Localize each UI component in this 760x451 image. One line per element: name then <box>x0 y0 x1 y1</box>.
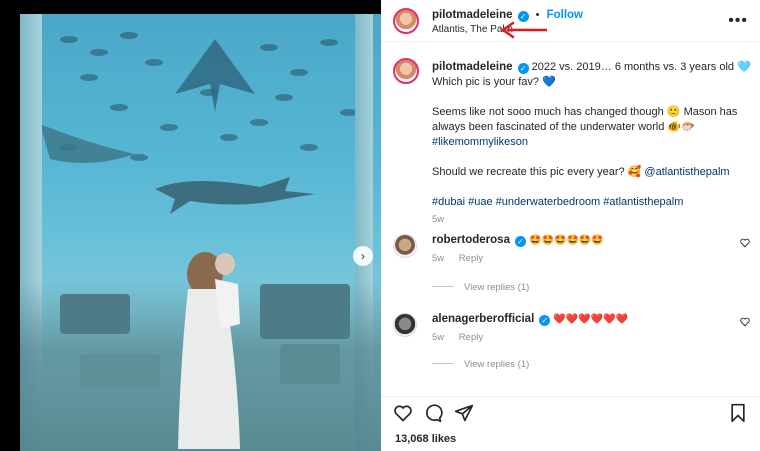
share-icon[interactable] <box>454 403 474 423</box>
rock <box>280 344 340 384</box>
likes-count[interactable]: 13,068 likes <box>395 433 456 445</box>
manta-ray <box>175 39 255 112</box>
verified-badge-icon: ✓ <box>517 63 529 74</box>
post-media: › <box>0 0 381 451</box>
heart-icon[interactable] <box>740 317 750 327</box>
reply-button[interactable]: Reply <box>459 332 483 343</box>
post-caption: pilotmadeleine ✓ 2022 vs. 2019… 6 months… <box>432 60 752 227</box>
fish <box>145 59 163 66</box>
next-photo-button[interactable]: › <box>353 246 373 266</box>
author-avatar[interactable] <box>393 8 419 34</box>
comment-text: ❤️❤️❤️❤️❤️❤️ <box>553 314 629 325</box>
woman-and-child <box>178 252 240 449</box>
rock <box>60 294 130 334</box>
view-replies-link[interactable]: View replies (1) <box>432 359 529 370</box>
caption-paragraph-2: Seems like not sooo much has changed tho… <box>432 106 738 133</box>
fish <box>220 134 238 141</box>
rock <box>80 354 160 389</box>
hashtag-link[interactable]: #underwaterbedroom <box>496 196 601 208</box>
fish <box>300 144 318 151</box>
fish <box>60 36 78 43</box>
hashtag-link[interactable]: #dubai <box>432 196 465 208</box>
fish <box>260 44 278 51</box>
shark <box>155 177 315 214</box>
comment-timestamp[interactable]: 5w <box>432 332 444 343</box>
fish <box>90 49 108 56</box>
post-details-panel: pilotmadeleine ✓ • Follow Atlantis, The … <box>381 0 760 451</box>
fish <box>80 74 98 81</box>
comment-text: 🤩🤩🤩🤩🤩🤩 <box>529 235 604 246</box>
fish <box>320 39 338 46</box>
post-header: pilotmadeleine ✓ • Follow Atlantis, The … <box>381 0 760 42</box>
fish <box>275 94 293 101</box>
heart-icon[interactable] <box>393 403 413 423</box>
comment-item: alenagerberofficial ✓ ❤️❤️❤️❤️❤️❤️ 5w Re… <box>381 311 760 351</box>
caption-timestamp[interactable]: 5w <box>432 212 752 227</box>
heart-icon[interactable] <box>740 238 750 248</box>
stingray <box>40 124 135 163</box>
comment-icon[interactable] <box>423 403 443 423</box>
hashtag-link[interactable]: #atlantisthepalm <box>603 196 683 208</box>
caption-line-1: 2022 vs. 2019… 6 months vs. 3 years old … <box>531 61 751 73</box>
caption-username[interactable]: pilotmadeleine <box>432 61 513 73</box>
fish <box>160 124 178 131</box>
fish <box>120 32 138 39</box>
post-actions <box>381 396 760 428</box>
commenter-username[interactable]: alenagerberofficial <box>432 313 534 325</box>
verified-badge-icon: ✓ <box>539 315 551 326</box>
mention-link[interactable]: @atlantisthepalm <box>644 166 729 178</box>
hashtag-link[interactable]: #uae <box>468 196 492 208</box>
comment-text-row: robertoderosa ✓ 🤩🤩🤩🤩🤩🤩 <box>432 234 604 247</box>
comment-meta: 5w Reply <box>432 332 495 343</box>
caption-line-2: Which pic is your fav? 💙 <box>432 76 556 88</box>
verified-badge-icon: ✓ <box>515 236 527 247</box>
annotation-arrow <box>501 21 547 39</box>
more-horizontal-icon[interactable]: ••• <box>728 12 748 30</box>
reply-button[interactable]: Reply <box>459 253 483 264</box>
view-replies-link[interactable]: View replies (1) <box>432 282 529 293</box>
follow-button[interactable]: Follow <box>547 9 583 21</box>
chevron-right-icon: › <box>361 249 365 263</box>
fish <box>110 104 128 111</box>
commenter-username[interactable]: robertoderosa <box>432 234 510 246</box>
post-photo[interactable] <box>20 14 381 451</box>
rock <box>260 284 350 339</box>
commenter-avatar[interactable] <box>393 313 417 337</box>
comment-text-row: alenagerberofficial ✓ ❤️❤️❤️❤️❤️❤️ <box>432 313 628 326</box>
caption-paragraph-3: Should we recreate this pic every year? … <box>432 166 645 178</box>
comment-item: robertoderosa ✓ 🤩🤩🤩🤩🤩🤩 5w Reply <box>381 232 760 272</box>
fish <box>290 69 308 76</box>
fish <box>250 119 268 126</box>
caption-author-avatar[interactable] <box>393 58 419 84</box>
comment-meta: 5w Reply <box>432 253 495 264</box>
commenter-avatar[interactable] <box>393 234 417 258</box>
comment-timestamp[interactable]: 5w <box>432 253 444 264</box>
bookmark-icon[interactable] <box>728 403 748 423</box>
hashtag-link[interactable]: #likemommylikeson <box>432 136 528 148</box>
